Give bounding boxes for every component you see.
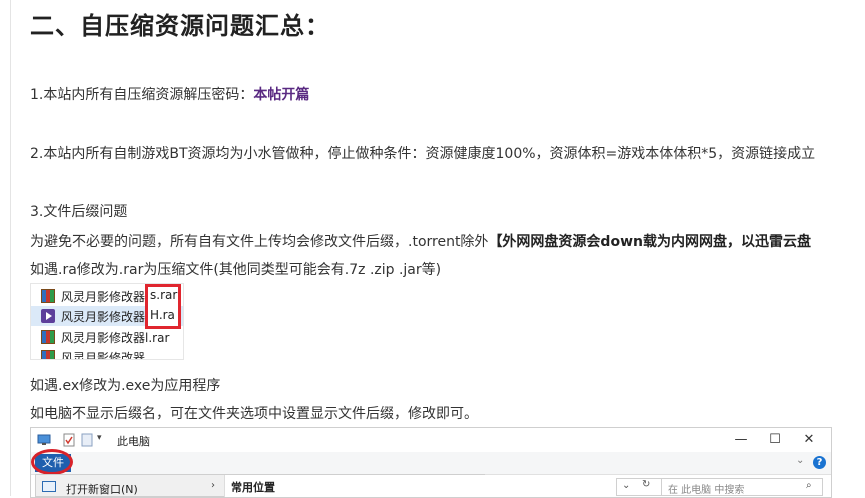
- left-divider: [10, 0, 11, 496]
- address-controls: ⌄ ↻: [616, 478, 662, 496]
- window-title: 此电脑: [117, 435, 150, 448]
- exe-hint-paragraph: 如遇.ex修改为.exe为应用程序: [30, 378, 221, 394]
- minimize-button[interactable]: —: [729, 431, 753, 449]
- search-input[interactable]: 在 此电脑 中搜索 ⌕: [661, 478, 823, 496]
- winrar-icon: [41, 330, 55, 344]
- suffix-notice-strong: 【外网网盘资源会down载为内网网盘，以迅雷云盘: [488, 234, 811, 250]
- file-name: 风灵月影修改器: [61, 290, 146, 304]
- file-name: 风灵月影修改器l.rar: [61, 331, 170, 345]
- chevron-right-icon: ›: [211, 480, 215, 491]
- show-extension-paragraph: 如电脑不显示后缀名，可在文件夹选项中设置显示文件后缀，修改即可。: [30, 406, 478, 422]
- frequent-places-title: 常用位置: [231, 481, 275, 494]
- new-folder-icon: [81, 433, 93, 447]
- extension-rar: s.rar: [150, 288, 178, 302]
- file-row: 风灵月影修改器: [31, 347, 183, 360]
- article-page: 二、自压缩资源问题汇总： 1.本站内所有自压缩资源解压密码：本帖开篇 2.本站内…: [0, 0, 865, 498]
- winrar-icon: [41, 350, 55, 359]
- explorer-titlebar: ▾ 此电脑 — ☐ ✕: [31, 428, 831, 452]
- section-heading: 二、自压缩资源问题汇总：: [30, 12, 330, 40]
- maximize-button[interactable]: ☐: [763, 431, 787, 449]
- explorer-window-screenshot: ▾ 此电脑 — ☐ ✕ 文件 ⌄ ? 打开新窗口(N) › 常用位置 ⌄ ↻ 在…: [30, 427, 832, 498]
- media-player-icon: [41, 309, 55, 323]
- address-dropdown-icon[interactable]: ⌄: [622, 480, 630, 491]
- explorer-ribbon: 文件 ⌄ ?: [31, 449, 831, 475]
- file-name: 风灵月影修改器: [61, 310, 146, 324]
- help-icon[interactable]: ?: [813, 456, 826, 469]
- search-icon: ⌕: [806, 480, 812, 491]
- frequent-places-panel: 常用位置: [224, 475, 487, 497]
- new-window-icon: [42, 481, 56, 492]
- password-link[interactable]: 本帖开篇: [253, 87, 309, 103]
- winrar-icon: [41, 289, 55, 303]
- password-label: 1.本站内所有自压缩资源解压密码：: [30, 87, 254, 103]
- rar-hint-paragraph: 如遇.ra修改为.rar为压缩文件(其他同类型可能会有.7z .zip .jar…: [30, 262, 442, 278]
- file-name: 风灵月影修改器: [61, 351, 146, 360]
- extension-highlight-box: s.rar H.ra: [145, 284, 181, 329]
- file-menu-dropdown: 打开新窗口(N) › 常用位置: [35, 474, 487, 497]
- seeding-paragraph: 2.本站内所有自制游戏BT资源均为小水管做种，停止做种条件：资源健康度100%，…: [30, 146, 816, 162]
- suffix-heading: 3.文件后缀问题: [30, 204, 128, 220]
- close-button[interactable]: ✕: [797, 431, 821, 449]
- file-tab-highlight-circle: [31, 449, 73, 475]
- suffix-notice-paragraph: 为避免不必要的问题，所有自有文件上传均会修改文件后缀，.torrent除外【外网…: [30, 231, 811, 251]
- open-new-window-item[interactable]: 打开新窗口(N): [66, 481, 138, 497]
- file-row: 风灵月影修改器l.rar: [31, 327, 183, 347]
- extension-ra: H.ra: [150, 308, 175, 322]
- password-paragraph: 1.本站内所有自压缩资源解压密码：本帖开篇: [30, 84, 309, 104]
- chevron-down-icon[interactable]: ⌄: [796, 455, 804, 466]
- qat-dropdown-icon[interactable]: ▾: [97, 433, 102, 447]
- properties-icon: [63, 433, 75, 447]
- search-placeholder: 在 此电脑 中搜索: [668, 485, 745, 496]
- refresh-icon[interactable]: ↻: [642, 479, 650, 490]
- suffix-notice-text: 为避免不必要的问题，所有自有文件上传均会修改文件后缀，.torrent除外: [30, 234, 489, 250]
- computer-icon: [37, 434, 51, 445]
